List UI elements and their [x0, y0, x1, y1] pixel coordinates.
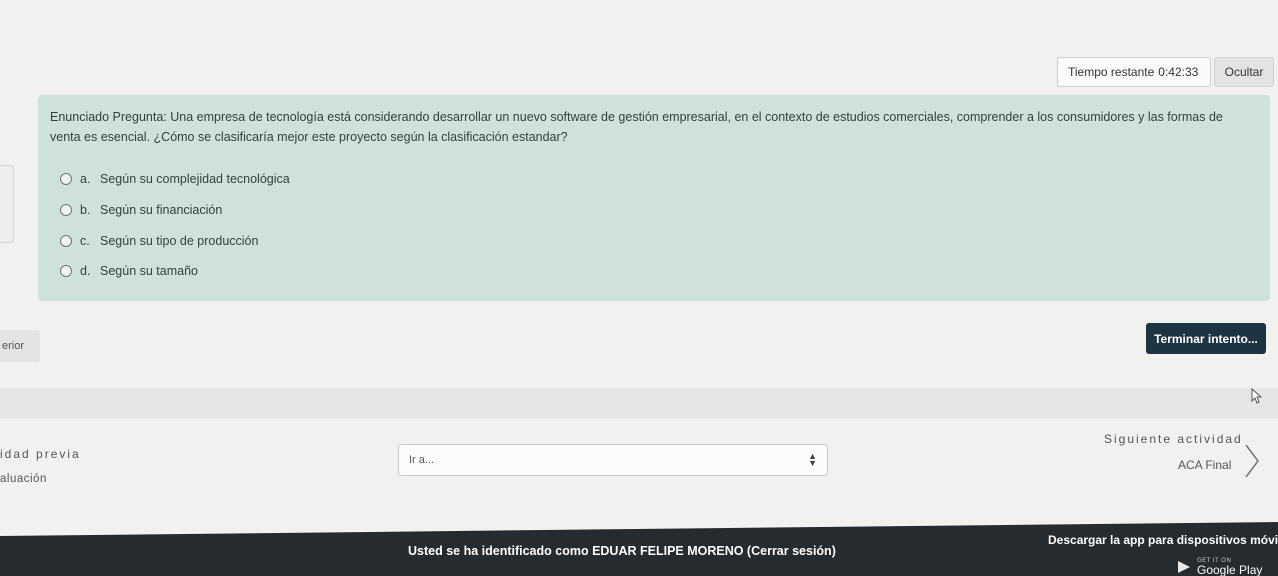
previous-activity-label[interactable]: idad previa — [0, 447, 81, 461]
radio-c[interactable] — [60, 235, 72, 247]
time-remaining-label: Tiempo restante — [1068, 65, 1155, 79]
question-text: Enunciado Pregunta: Una empresa de tecno… — [50, 110, 1223, 144]
option-letter: c. — [80, 234, 90, 248]
previous-page-button[interactable]: erior — [0, 330, 40, 362]
divider-band — [0, 388, 1278, 418]
answer-option-c[interactable]: c. Según su tipo de producción — [60, 234, 258, 248]
radio-b[interactable] — [60, 204, 72, 216]
option-text: Según su tamaño — [100, 264, 198, 278]
chevron-right-icon[interactable] — [1243, 443, 1261, 479]
quiz-nav-block-fragment — [0, 165, 14, 243]
jump-to-activity-select[interactable]: Ir a... ▲ ▼ — [398, 444, 828, 476]
mouse-cursor-icon — [1251, 388, 1263, 404]
next-activity-name[interactable]: ACA Final — [1178, 458, 1231, 472]
time-remaining-value: 0:42:33 — [1158, 65, 1199, 79]
option-letter: b. — [80, 203, 91, 217]
option-text: Según su complejidad tecnológica — [100, 172, 290, 186]
option-text: Según su financiación — [100, 203, 223, 217]
previous-activity-name[interactable]: aluación — [0, 473, 47, 485]
radio-a[interactable] — [60, 173, 72, 185]
answer-option-b[interactable]: b. Según su financiación — [60, 203, 222, 217]
select-arrows-icon: ▲ ▼ — [808, 451, 817, 468]
store-big-text: Google Play — [1197, 563, 1263, 576]
jump-select-value: Ir a... — [409, 454, 435, 466]
hide-timer-button[interactable]: Ocultar — [1214, 57, 1274, 87]
answer-option-a[interactable]: a. Según su complejidad tecnológica — [60, 172, 290, 186]
next-activity-label[interactable]: Siguiente actividad — [1104, 432, 1243, 446]
option-letter: a. — [80, 172, 91, 186]
option-text: Según su tipo de producción — [100, 234, 259, 248]
finish-attempt-button[interactable]: Terminar intento... — [1146, 323, 1266, 354]
radio-d[interactable] — [60, 265, 72, 277]
mobile-app-link[interactable]: Descargar la app para dispositivos móvil… — [1048, 533, 1278, 547]
answer-option-d[interactable]: d. Según su tamaño — [60, 264, 198, 278]
logged-in-info[interactable]: Usted se ha identificado como EDUAR FELI… — [408, 544, 836, 558]
time-remaining: Tiempo restante 0:42:33 — [1057, 57, 1211, 87]
option-letter: d. — [80, 264, 91, 278]
question-panel: Enunciado Pregunta: Una empresa de tecno… — [38, 95, 1270, 301]
google-play-badge[interactable]: GET IT ON Google Play — [1173, 552, 1278, 576]
play-store-icon — [1178, 561, 1190, 573]
